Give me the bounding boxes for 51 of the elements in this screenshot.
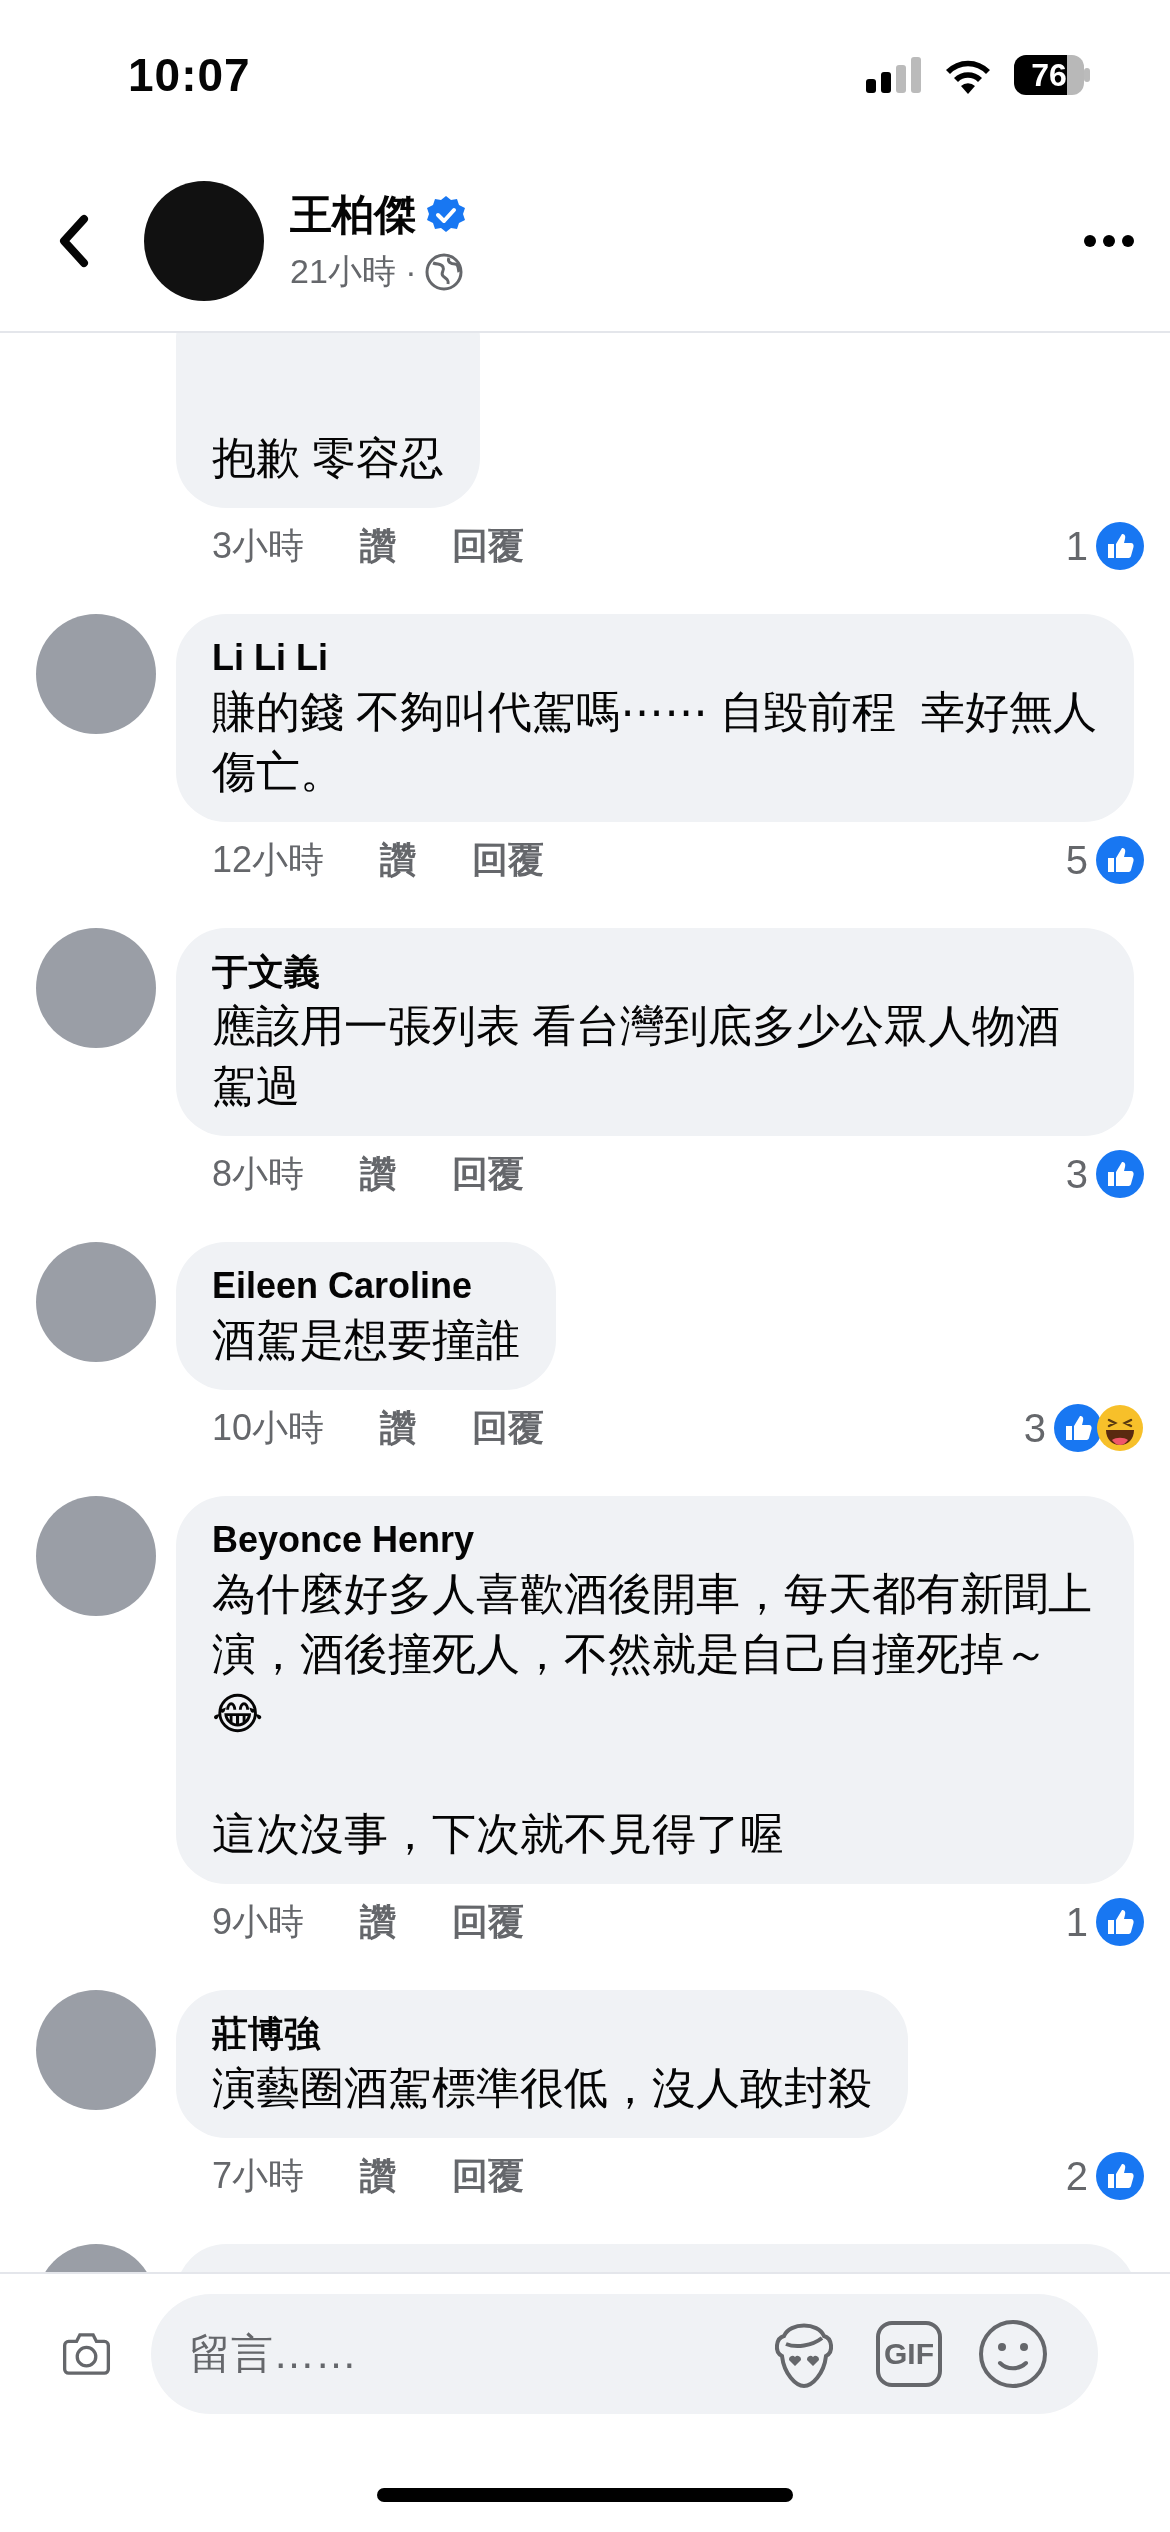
reaction-count: 5 (1065, 837, 1088, 883)
reaction-count: 2 (1065, 2153, 1088, 2199)
comment-text: 抱歉 零容忍 (212, 432, 445, 484)
comment-time: 10小時 (212, 1405, 325, 1450)
author-name[interactable]: 王柏傑 (290, 186, 416, 243)
reply-link[interactable]: 回覆 (472, 1403, 545, 1453)
thumbs-up-icon (1096, 522, 1144, 570)
comment-time: 3小時 (212, 523, 305, 568)
reaction-count: 1 (1065, 1899, 1088, 1945)
commenter-name[interactable]: 莊博強 (212, 2010, 872, 2058)
comment-text: 為什麼好多人喜歡酒後開車，每天都有新聞上演，酒後撞死人，不然就是自己自撞死掉～ 😂 這次沒事，下次就不見得了喔 (212, 1568, 1093, 1860)
commenter-name[interactable]: Li Li Li (212, 634, 1098, 682)
like-link[interactable]: 讚 (380, 1403, 417, 1453)
commenter-name[interactable]: 于文義 (212, 948, 1098, 996)
comment-time: 7小時 (212, 2153, 305, 2198)
globe-icon (424, 252, 463, 291)
comment-text: 賺的錢 不夠叫代駕嗎⋯⋯ 自毀前程 幸好無人傷亡。 (212, 686, 1098, 798)
signal-icon (866, 57, 922, 93)
like-link[interactable]: 讚 (380, 835, 417, 885)
reply-link[interactable]: 回覆 (452, 521, 525, 571)
reply-link[interactable]: 回覆 (452, 1897, 525, 1947)
clock-time: 10:07 (128, 48, 252, 102)
reaction-count: 3 (1023, 1405, 1046, 1451)
reply-link[interactable]: 回覆 (472, 835, 545, 885)
comment-time: 12小時 (212, 837, 325, 882)
emoji-icon[interactable] (978, 2319, 1048, 2389)
thumbs-up-icon (1096, 836, 1144, 884)
like-link[interactable]: 讚 (360, 1149, 397, 1199)
comment-time: 9小時 (212, 1899, 305, 1944)
like-link[interactable]: 讚 (360, 1897, 397, 1947)
laughing-face-icon (1096, 1404, 1144, 1452)
reply-link[interactable]: 回覆 (452, 1149, 525, 1199)
gif-button[interactable]: GIF (876, 2321, 942, 2387)
comment-time: 8小時 (212, 1151, 305, 1196)
commenter-name[interactable]: Beyonce Henry (212, 1516, 1098, 1564)
commenter-name[interactable]: Eileen Caroline (212, 1262, 520, 1310)
comment-text: 演藝圈酒駕標準很低，沒人敢封殺 (212, 2062, 872, 2114)
more-icon[interactable] (1084, 234, 1134, 247)
like-link[interactable]: 讚 (360, 521, 397, 571)
reaction-count: 1 (1065, 523, 1088, 569)
reply-link[interactable]: 回覆 (452, 2151, 525, 2201)
like-link[interactable]: 讚 (360, 2151, 397, 2201)
thumbs-up-icon (1096, 1898, 1144, 1946)
thumbs-up-icon (1054, 1404, 1102, 1452)
comment-text: 應該用一張列表 看台灣到底多少公眾人物酒駕過 (212, 1000, 1062, 1112)
comment-input-field[interactable]: 留言…… GIF (151, 2294, 1098, 2414)
post-time: 21小時 · (290, 250, 417, 292)
thumbs-up-icon (1096, 1150, 1144, 1198)
reaction-count: 3 (1065, 1151, 1088, 1197)
thumbs-up-icon (1096, 2152, 1144, 2200)
comment-text: 酒駕是想要撞誰 (212, 1314, 520, 1366)
